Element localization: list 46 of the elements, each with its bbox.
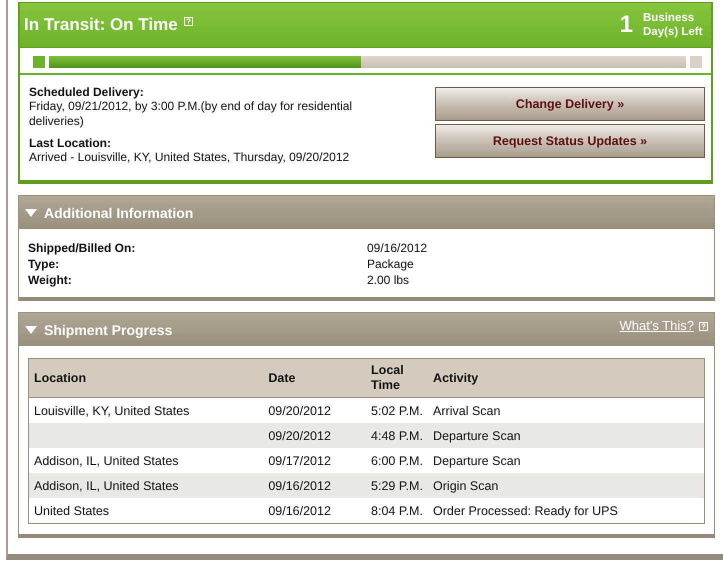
field-label: Weight: <box>28 273 73 287</box>
field-label: Scheduled Delivery: <box>29 85 145 99</box>
table-cell: Departure Scan <box>428 448 704 473</box>
table-cell: Origin Scan <box>428 473 704 498</box>
table-cell: Louisville, KY, United States <box>28 398 264 423</box>
table-cell: 5:02 P.M. <box>366 398 428 423</box>
field-value: 09/16/2012 <box>367 241 428 255</box>
table-cell: 6:00 P.M. <box>366 448 428 473</box>
table-cell: Departure Scan <box>428 423 704 448</box>
column-header: Activity <box>428 358 704 398</box>
column-header: Date <box>263 358 366 398</box>
triangle-down-icon[interactable] <box>25 208 37 218</box>
table-cell: Arrival Scan <box>428 398 704 423</box>
help-icon[interactable] <box>699 322 708 331</box>
table-cell: 09/20/2012 <box>263 398 366 423</box>
field-value: Arrived - Louisville, KY, United States, Thursday, 09/20/2012 <box>29 150 350 165</box>
help-icon[interactable] <box>184 17 193 26</box>
table-cell: Order Processed: Ready for UPS <box>428 498 704 524</box>
table-cell: 09/16/2012 <box>263 498 366 524</box>
field-value: Package <box>367 257 415 271</box>
status-title: In Transit: On Time <box>24 15 178 35</box>
days-count: 1 <box>620 11 633 39</box>
table-cell: 5:29 P.M. <box>366 473 428 498</box>
section-title: Shipment Progress <box>44 322 172 338</box>
table-cell: Addison, IL, United States <box>28 448 264 473</box>
triangle-down-icon[interactable] <box>25 324 37 334</box>
section-title: Additional Information <box>44 204 194 220</box>
progress-end-block <box>690 56 702 68</box>
field-value: Friday, 09/21/2012, by 3:00 P.M.(by end of day for residential deliveries) <box>29 99 354 129</box>
table-cell: 09/20/2012 <box>263 423 366 448</box>
field-label: Type: <box>28 257 60 271</box>
table-cell: United States <box>28 498 264 524</box>
field-label: Last Location: <box>29 136 112 150</box>
column-header: Location <box>28 358 264 398</box>
action-button[interactable]: Request Status Updates » <box>435 124 705 158</box>
table-cell: 4:48 P.M. <box>366 423 428 448</box>
table-cell: 8:04 P.M. <box>366 498 428 524</box>
field-value: 2.00 lbs <box>367 273 410 287</box>
table-cell: 09/17/2012 <box>263 448 366 473</box>
days-label: Business Day(s) Left <box>643 11 704 39</box>
progress-start-block <box>33 56 45 68</box>
table-cell: 09/16/2012 <box>263 473 366 498</box>
column-header: Local Time <box>366 358 428 398</box>
table-cell: Addison, IL, United States <box>28 473 264 498</box>
field-label: Shipped/Billed On: <box>28 241 136 255</box>
action-button[interactable]: Change Delivery » <box>435 87 705 121</box>
